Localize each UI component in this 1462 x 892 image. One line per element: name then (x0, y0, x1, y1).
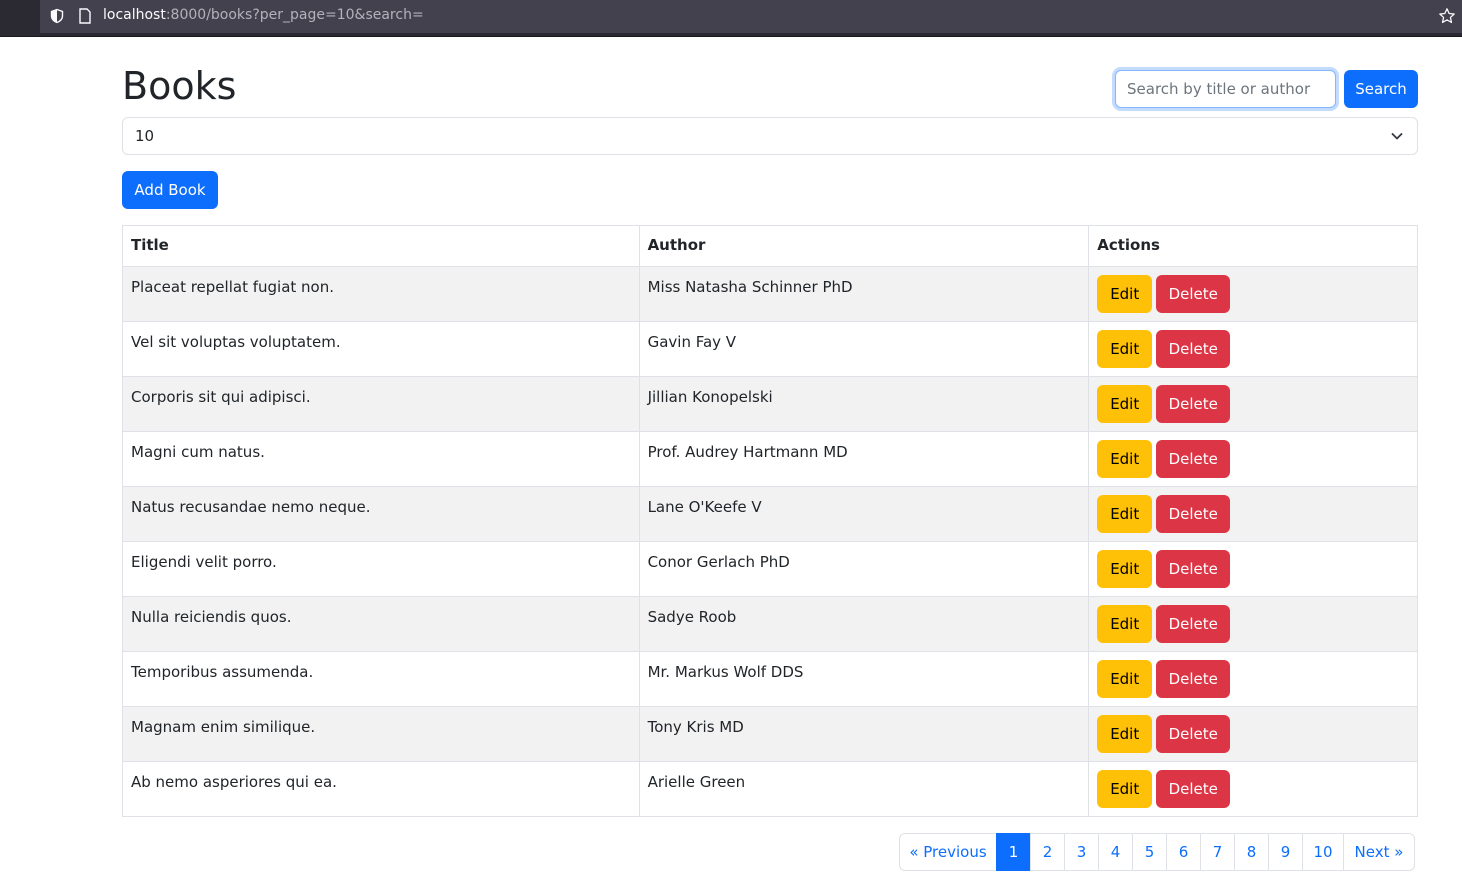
cell-author: Sadye Roob (638, 596, 1090, 652)
header-title: Title (122, 225, 640, 267)
cell-actions: Edit Delete (1088, 321, 1418, 377)
delete-button[interactable]: Delete (1156, 495, 1231, 533)
table-row: Natus recusandae nemo neque. Lane O'Keef… (122, 486, 1418, 542)
delete-button[interactable]: Delete (1156, 440, 1231, 478)
per-page-value: 10 (135, 127, 155, 145)
cell-author: Gavin Fay V (638, 321, 1090, 377)
pagination-page-1[interactable]: 1 (996, 833, 1031, 871)
books-table: Title Author Actions Placeat repellat fu… (122, 225, 1418, 817)
cell-actions: Edit Delete (1088, 541, 1418, 597)
cell-actions: Edit Delete (1088, 266, 1418, 322)
page-icon (79, 8, 91, 24)
cell-author: Prof. Audrey Hartmann MD (638, 431, 1090, 487)
delete-button[interactable]: Delete (1156, 605, 1231, 643)
cell-author: Tony Kris MD (638, 706, 1090, 762)
pagination-previous[interactable]: « Previous (899, 833, 997, 871)
edit-button[interactable]: Edit (1097, 440, 1153, 478)
bookmark-star-icon[interactable] (1438, 7, 1456, 25)
pagination-page-8[interactable]: 8 (1234, 833, 1269, 871)
table-header-row: Title Author Actions (122, 225, 1418, 267)
table-row: Eligendi velit porro. Conor Gerlach PhD … (122, 541, 1418, 597)
pagination-page-7[interactable]: 7 (1200, 833, 1235, 871)
cell-title: Vel sit voluptas voluptatem. (122, 321, 640, 377)
cell-actions: Edit Delete (1088, 596, 1418, 652)
table-row: Magnam enim similique. Tony Kris MD Edit… (122, 706, 1418, 762)
table-row: Placeat repellat fugiat non. Miss Natash… (122, 266, 1418, 322)
cell-title: Temporibus assumenda. (122, 651, 640, 707)
add-book-button[interactable]: Add Book (122, 171, 218, 209)
cell-title: Eligendi velit porro. (122, 541, 640, 597)
pagination-page-3[interactable]: 3 (1064, 833, 1099, 871)
table-row: Ab nemo asperiores qui ea. Arielle Green… (122, 761, 1418, 817)
delete-button[interactable]: Delete (1156, 715, 1231, 753)
edit-button[interactable]: Edit (1097, 605, 1153, 643)
table-row: Corporis sit qui adipisci. Jillian Konop… (122, 376, 1418, 432)
pagination-page-2[interactable]: 2 (1030, 833, 1065, 871)
delete-button[interactable]: Delete (1156, 660, 1231, 698)
cell-actions: Edit Delete (1088, 376, 1418, 432)
edit-button[interactable]: Edit (1097, 275, 1153, 313)
cell-actions: Edit Delete (1088, 706, 1418, 762)
table-row: Vel sit voluptas voluptatem. Gavin Fay V… (122, 321, 1418, 377)
edit-button[interactable]: Edit (1097, 715, 1153, 753)
search-input[interactable] (1115, 70, 1336, 108)
delete-button[interactable]: Delete (1156, 770, 1231, 808)
cell-actions: Edit Delete (1088, 431, 1418, 487)
cell-actions: Edit Delete (1088, 651, 1418, 707)
per-page-select[interactable]: 10 (122, 117, 1418, 155)
table-row: Magni cum natus. Prof. Audrey Hartmann M… (122, 431, 1418, 487)
browser-toolbar: localhost:8000/books?per_page=10&search= (0, 0, 1462, 37)
edit-button[interactable]: Edit (1097, 330, 1153, 368)
edit-button[interactable]: Edit (1097, 660, 1153, 698)
table-row: Nulla reiciendis quos. Sadye Roob Edit De… (122, 596, 1418, 652)
cell-author: Mr. Markus Wolf DDS (638, 651, 1090, 707)
cell-title: Ab nemo asperiores qui ea. (122, 761, 640, 817)
cell-author: Conor Gerlach PhD (638, 541, 1090, 597)
pagination-page-4[interactable]: 4 (1098, 833, 1133, 871)
pagination-page-6[interactable]: 6 (1166, 833, 1201, 871)
cell-title: Corporis sit qui adipisci. (122, 376, 640, 432)
pagination-page-9[interactable]: 9 (1268, 833, 1303, 871)
header-author: Author (638, 225, 1090, 267)
cell-title: Placeat repellat fugiat non. (122, 266, 640, 322)
cell-title: Magni cum natus. (122, 431, 640, 487)
pagination-page-5[interactable]: 5 (1132, 833, 1167, 871)
page-title: Books (122, 64, 237, 108)
edit-button[interactable]: Edit (1097, 770, 1153, 808)
url-text[interactable]: localhost:8000/books?per_page=10&search= (103, 7, 424, 23)
chevron-down-icon (1391, 133, 1403, 140)
search-button[interactable]: Search (1344, 70, 1418, 108)
edit-button[interactable]: Edit (1097, 550, 1153, 588)
table-row: Temporibus assumenda. Mr. Markus Wolf DD… (122, 651, 1418, 707)
cell-author: Jillian Konopelski (638, 376, 1090, 432)
cell-title: Magnam enim similique. (122, 706, 640, 762)
delete-button[interactable]: Delete (1156, 550, 1231, 588)
cell-author: Arielle Green (638, 761, 1090, 817)
cell-author: Miss Natasha Schinner PhD (638, 266, 1090, 322)
delete-button[interactable]: Delete (1156, 330, 1231, 368)
cell-actions: Edit Delete (1088, 761, 1418, 817)
pagination-next[interactable]: Next » (1343, 833, 1415, 871)
header-actions: Actions (1088, 225, 1418, 267)
edit-button[interactable]: Edit (1097, 495, 1153, 533)
shield-icon[interactable] (49, 8, 65, 24)
cell-title: Nulla reiciendis quos. (122, 596, 640, 652)
cell-author: Lane O'Keefe V (638, 486, 1090, 542)
cell-title: Natus recusandae nemo neque. (122, 486, 640, 542)
edit-button[interactable]: Edit (1097, 385, 1153, 423)
pagination: « Previous 1 2 3 4 5 6 7 8 9 10 Next » (899, 833, 1415, 871)
delete-button[interactable]: Delete (1156, 275, 1231, 313)
cell-actions: Edit Delete (1088, 486, 1418, 542)
delete-button[interactable]: Delete (1156, 385, 1231, 423)
pagination-page-10[interactable]: 10 (1302, 833, 1344, 871)
